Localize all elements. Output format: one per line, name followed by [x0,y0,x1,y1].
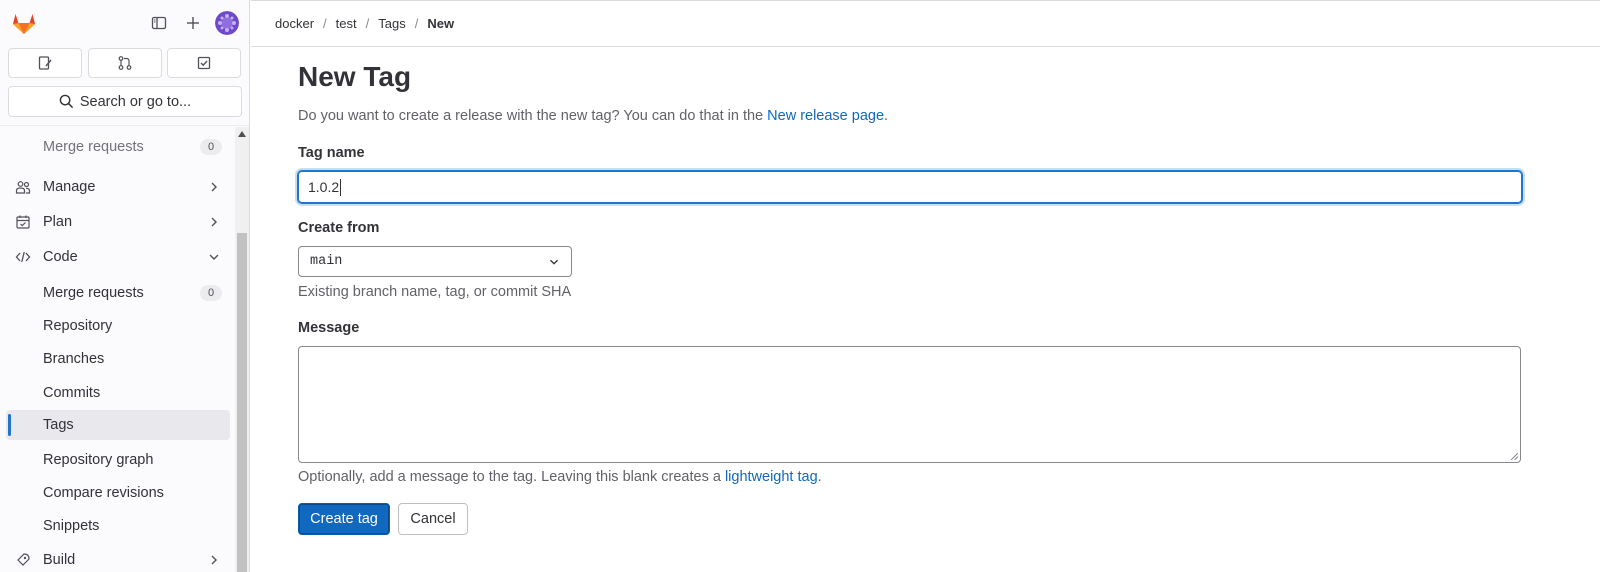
sidebar-item-label: Merge requests [43,285,144,301]
sidebar-item-merge-requests[interactable]: Merge requests 0 [6,278,230,308]
lightweight-tag-link[interactable]: lightweight tag [725,469,818,485]
merge-request-icon [118,56,132,70]
sidebar-item-label: Branches [43,351,105,367]
sidebar-divider [0,125,250,126]
sidebar-item-label: Compare revisions [43,485,164,501]
sidebar-item-branches[interactable]: Branches [6,344,230,374]
chevron-down-icon [209,254,219,260]
sidebar-header [0,0,250,46]
issues-quick-button[interactable] [8,48,82,78]
sidebar-item-merge-requests-faded[interactable]: Merge requests 0 [6,132,230,162]
count-badge: 0 [200,285,222,301]
breadcrumb-separator: / [323,16,327,31]
search-label: Search or go to... [79,93,192,110]
chevron-down-icon [550,259,558,265]
scroll-up-arrow-icon[interactable] [238,131,246,137]
plus-icon[interactable] [181,11,205,35]
chevron-right-icon [211,182,217,192]
top-bar: docker / test / Tags / New [251,0,1600,47]
users-icon [15,181,31,194]
calendar-icon [16,215,30,229]
sidebar-scrollbar-thumb[interactable] [237,233,247,572]
sidebar-item-label: Build [43,552,76,568]
sidebar-toggle-icon[interactable] [147,11,171,35]
sidebar-item-commits[interactable]: Commits [6,378,230,408]
breadcrumb: docker / test / Tags / New [275,16,454,31]
tag-name-value: 1.0.2 [308,179,340,195]
breadcrumb-item-new[interactable]: New [427,16,454,31]
chevron-right-icon [211,217,217,227]
avatar[interactable] [215,11,239,35]
sidebar-item-repository[interactable]: Repository [6,311,230,341]
sidebar-item-label: Snippets [43,518,100,534]
message-help-body: Optionally, add a message to the tag. Le… [298,469,725,485]
tag-name-label: Tag name [298,145,365,161]
merge-requests-quick-button[interactable] [88,48,162,78]
sidebar-item-label: Repository graph [43,452,154,468]
release-intro-text: Do you want to create a release with the… [298,108,888,124]
sidebar-item-repository-graph[interactable]: Repository graph [6,445,230,475]
code-icon [15,251,31,263]
create-from-label: Create from [298,220,380,236]
sidebar-item-tags[interactable]: Tags [6,410,230,440]
chevron-right-icon [211,555,217,565]
message-textarea[interactable] [298,346,1521,463]
new-release-page-link[interactable]: New release page [767,108,884,124]
sidebar-item-label: Code [43,249,78,265]
create-from-dropdown[interactable]: main [298,246,572,277]
sidebar: Search or go to... Merge requests 0 Mana… [0,0,250,572]
sidebar-item-label: Commits [43,385,101,401]
sidebar-item-snippets[interactable]: Snippets [6,511,230,541]
rocket-icon [17,553,30,566]
create-from-value: main [310,254,343,269]
sidebar-item-label: Repository [43,318,113,334]
create-from-help-text: Existing branch name, tag, or commit SHA [298,284,572,300]
todo-quick-button[interactable] [167,48,241,78]
breadcrumb-separator: / [414,16,419,31]
breadcrumb-item-test[interactable]: test [336,16,357,31]
todo-icon [197,56,211,70]
sidebar-item-label: Manage [43,179,96,195]
sidebar-item-label: Merge requests [43,139,144,155]
message-label: Message [298,320,360,336]
intro-text: Do you want to create a release with the… [298,108,768,124]
create-tag-button[interactable]: Create tag [298,503,390,535]
search-button[interactable]: Search or go to... [8,86,242,117]
breadcrumb-item-tags[interactable]: Tags [378,16,405,31]
text-caret [340,178,342,196]
tag-name-input[interactable]: 1.0.2 [298,171,1522,203]
sidebar-item-plan[interactable]: Plan [6,207,230,237]
cancel-button[interactable]: Cancel [398,503,468,535]
sidebar-nav: Merge requests 0 Manage Plan Code Merge … [0,127,234,572]
message-help-text: Optionally, add a message to the tag. Le… [298,469,822,485]
count-badge: 0 [200,139,222,155]
issues-icon [38,56,52,70]
sidebar-item-compare-revisions[interactable]: Compare revisions [6,478,230,508]
intro-end: . [884,108,889,124]
breadcrumb-separator: / [365,16,370,31]
resize-handle-icon[interactable] [1510,452,1518,460]
sidebar-item-label: Plan [43,214,73,230]
breadcrumb-item-docker[interactable]: docker [275,16,314,31]
message-help-end: . [817,469,822,485]
sidebar-item-build[interactable]: Build [6,545,230,572]
gitlab-logo-icon[interactable] [10,9,38,37]
search-icon [59,94,73,109]
sidebar-item-manage[interactable]: Manage [6,172,230,202]
page-title: New Tag [298,61,412,92]
sidebar-item-label: Tags [43,417,74,433]
sidebar-item-code[interactable]: Code [6,242,230,272]
